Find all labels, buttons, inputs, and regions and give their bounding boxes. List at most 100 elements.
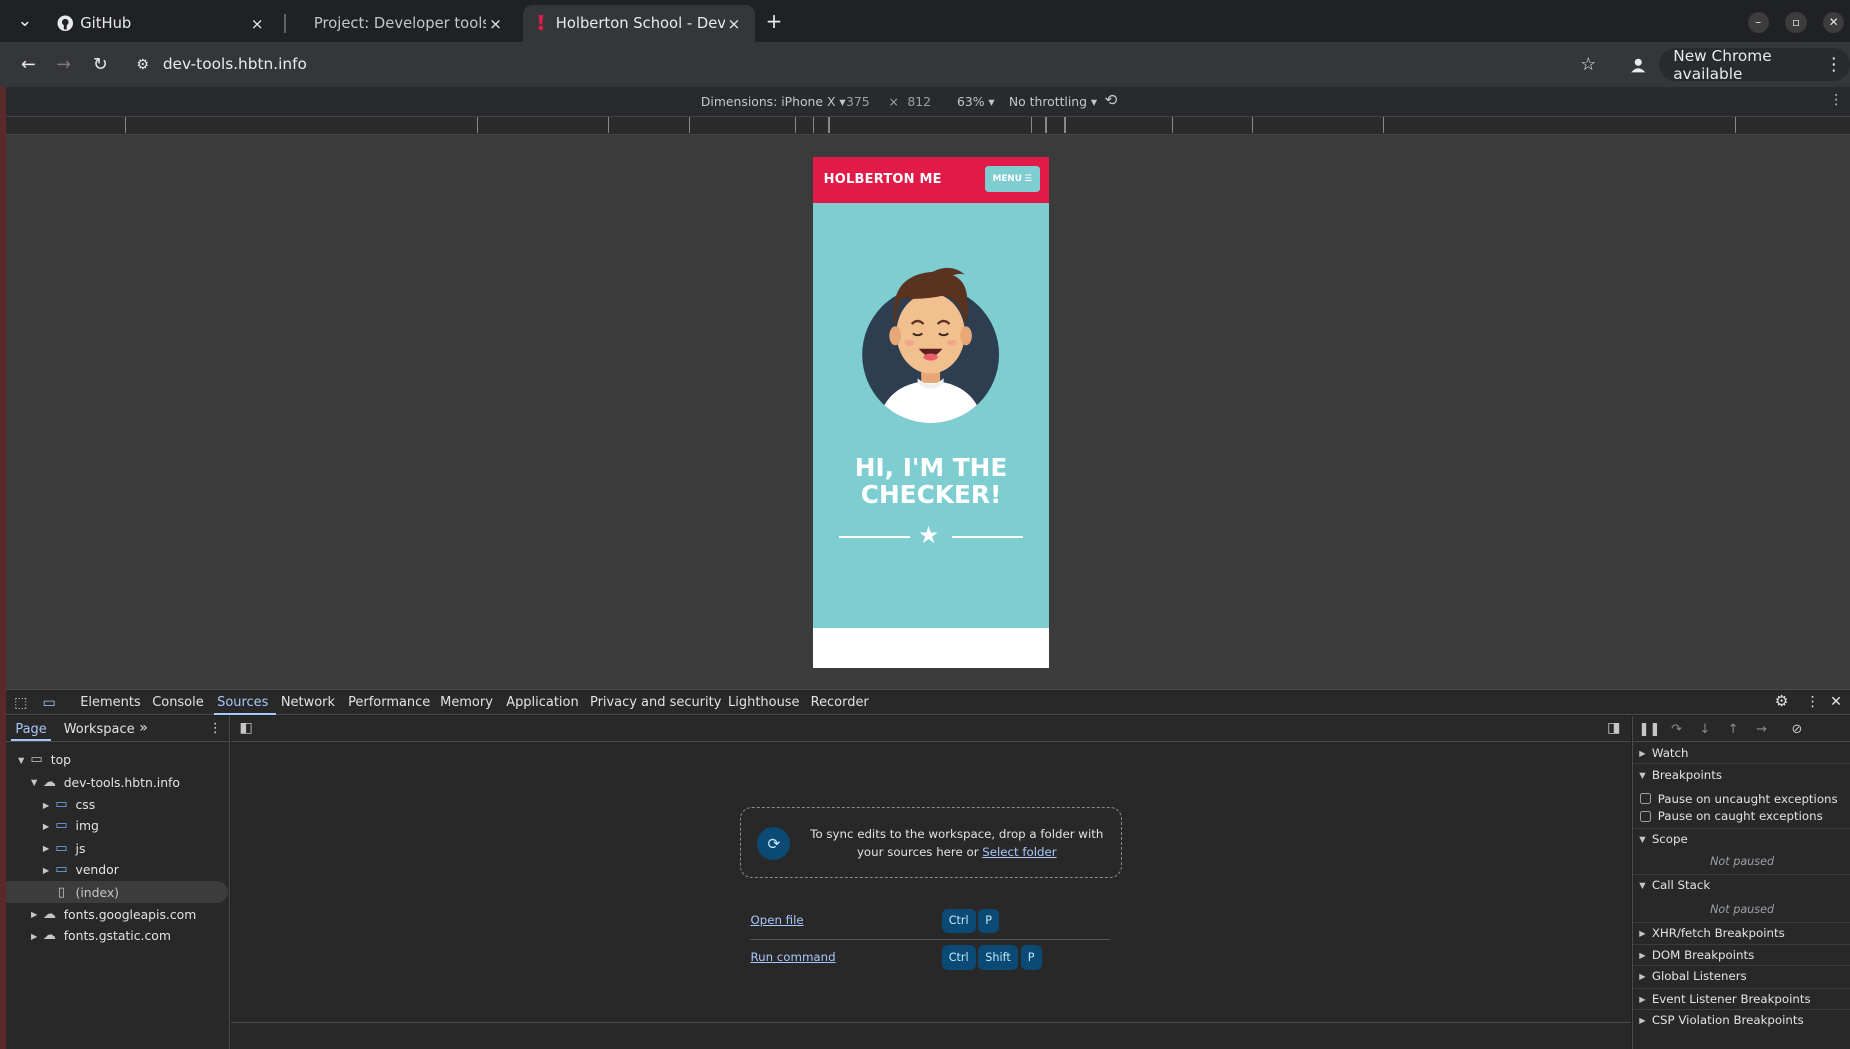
open-file-link[interactable]: Open file	[750, 913, 803, 927]
scope-section[interactable]: ▼ Scope	[1632, 828, 1850, 849]
device-toolbar: Dimensions: iPhone X ▾ 375 × 812 63% ▾ N…	[5, 87, 1850, 116]
tree-item-img[interactable]: ▶ ▭ img	[6, 815, 228, 836]
tree-label: fonts.gstatic.com	[63, 928, 171, 944]
device-toolbar-menu-icon[interactable]: ⋮	[1829, 92, 1843, 108]
devtools-menu-icon[interactable]: ⋮	[1805, 694, 1819, 710]
step-out-icon[interactable]: ↑	[1725, 721, 1742, 738]
rotate-icon[interactable]: ⟲	[1104, 91, 1117, 109]
close-icon[interactable]: ×	[248, 15, 267, 33]
tab-search-icon[interactable]: ⌄	[14, 11, 35, 32]
checkbox[interactable]	[1640, 793, 1651, 805]
minimize-icon[interactable]: –	[1747, 11, 1769, 34]
navigator-menu-icon[interactable]: ⋮	[209, 721, 222, 736]
tab-title: GitHub	[80, 15, 132, 33]
pause-caught-checkbox[interactable]: Pause on caught exceptions	[1640, 809, 1823, 823]
site-settings-icon[interactable]: ⚙	[132, 54, 153, 75]
tree-item-domain[interactable]: ▼ ☁ dev-tools.hbtn.info	[6, 772, 228, 793]
tree-item-vendor[interactable]: ▶ ▭ vendor	[6, 859, 228, 880]
back-icon[interactable]: ←	[18, 54, 39, 75]
tree-label: (index)	[75, 884, 120, 900]
update-chrome-button[interactable]: New Chrome available	[1659, 47, 1850, 83]
reload-icon[interactable]: ↻	[90, 54, 111, 75]
hamburger-icon: ☰	[1024, 174, 1033, 185]
checkbox[interactable]	[1640, 811, 1651, 822]
tab-network[interactable]: Network	[281, 695, 335, 710]
tree-item-top[interactable]: ▼ ▭ top	[6, 749, 228, 770]
devtools-close-icon[interactable]: ✕	[1830, 694, 1842, 710]
step-icon[interactable]: →	[1753, 721, 1770, 738]
navigator-tab-workspace[interactable]: Workspace	[64, 722, 135, 737]
tree-item-index[interactable]: ▯ (index)	[5, 881, 228, 903]
window-icon: ▭	[30, 752, 43, 768]
dom-breakpoints-section[interactable]: ▶ DOM Breakpoints	[1632, 943, 1850, 965]
pause-icon[interactable]: ❚❚	[1639, 721, 1661, 738]
workspace-dropzone[interactable]: ⟳ To sync edits to the workspace, drop a…	[739, 807, 1123, 878]
event-listener-breakpoints-section[interactable]: ▶ Event Listener Breakpoints	[1632, 987, 1850, 1009]
tab-lighthouse[interactable]: Lighthouse	[728, 695, 799, 710]
site-brand[interactable]: HOLBERTON ME	[824, 172, 942, 187]
tab-github[interactable]: GitHub ×	[45, 5, 279, 43]
run-command-link[interactable]: Run command	[750, 950, 835, 964]
watch-section[interactable]: ▶ Watch	[1633, 742, 1850, 763]
window-close-icon[interactable]: ✕	[1823, 11, 1845, 34]
tab-privacy-security[interactable]: Privacy and security	[590, 695, 721, 710]
forward-icon[interactable]: →	[53, 54, 74, 75]
tree-item-googleapis[interactable]: ▶ ☁ fonts.googleapis.com	[6, 904, 228, 925]
tab-sources[interactable]: Sources	[217, 695, 268, 710]
maximize-icon[interactable]: ▫	[1785, 11, 1807, 34]
step-over-icon[interactable]: ↷	[1668, 721, 1685, 738]
folder-icon: ▭	[55, 818, 68, 834]
tab-holberton[interactable]: Holberton School - Devel ×	[522, 4, 756, 43]
editor-header: ◧ ◨	[231, 716, 1631, 743]
section-label: Event Listener Breakpoints	[1651, 991, 1811, 1006]
holberton-icon	[535, 15, 556, 32]
tab-performance[interactable]: Performance	[348, 695, 430, 710]
tab-memory[interactable]: Memory	[440, 695, 493, 710]
tab-elements[interactable]: Elements	[80, 695, 140, 710]
zoom-select[interactable]: 63% ▾	[957, 94, 995, 109]
hero-line-1: HI, I'M THE	[854, 453, 1008, 483]
height-input[interactable]: 812	[907, 94, 931, 109]
device-select[interactable]: Dimensions: iPhone X ▾	[701, 94, 846, 109]
more-tabs-icon[interactable]: »	[139, 720, 148, 736]
tree-item-js[interactable]: ▶ ▭ js	[6, 838, 228, 859]
tree-item-gstatic[interactable]: ▶ ☁ fonts.gstatic.com	[6, 925, 228, 946]
close-icon[interactable]: ×	[725, 15, 744, 33]
hero-line-2: CHECKER!	[860, 480, 1002, 510]
deactivate-breakpoints-icon[interactable]: ⊘	[1789, 721, 1806, 738]
step-into-icon[interactable]: ↓	[1697, 721, 1714, 738]
select-folder-link[interactable]: Select folder	[982, 845, 1056, 859]
pause-uncaught-checkbox[interactable]: Pause on uncaught exceptions	[1640, 792, 1838, 806]
devtools-settings-icon[interactable]: ⚙	[1775, 692, 1789, 710]
toggle-navigator-icon[interactable]: ◧	[240, 720, 253, 736]
expanded-triangle-icon: ▼	[1639, 834, 1646, 845]
profile-icon[interactable]	[1627, 54, 1648, 75]
new-tab-icon[interactable]: +	[763, 9, 784, 33]
close-icon[interactable]: ×	[486, 15, 505, 33]
menu-button[interactable]: MENU ☰	[985, 166, 1040, 193]
section-label: Breakpoints	[1651, 767, 1722, 782]
global-listeners-section[interactable]: ▶ Global Listeners	[1632, 965, 1850, 986]
width-input[interactable]: 375	[846, 94, 870, 109]
navigator-tab-page[interactable]: Page	[15, 722, 46, 737]
csp-violation-breakpoints-section[interactable]: ▶ CSP Violation Breakpoints	[1632, 1008, 1850, 1030]
toggle-debugger-icon[interactable]: ◨	[1607, 720, 1620, 736]
browser-menu-icon[interactable]: ⋮	[1823, 54, 1844, 75]
tab-recorder[interactable]: Recorder	[811, 695, 869, 710]
section-label: CSP Violation Breakpoints	[1651, 1012, 1804, 1027]
xhr-breakpoints-section[interactable]: ▶ XHR/fetch Breakpoints	[1632, 921, 1850, 943]
device-toggle-icon[interactable]: ▭	[42, 695, 55, 711]
address-bar[interactable]: dev-tools.hbtn.info	[163, 55, 307, 73]
tab-application[interactable]: Application	[506, 695, 578, 710]
bookmark-star-icon[interactable]: ☆	[1578, 54, 1599, 75]
breakpoints-section[interactable]: ▼ Breakpoints	[1632, 763, 1850, 784]
inspect-element-icon[interactable]: ⬚	[14, 695, 27, 711]
collapsed-triangle-icon: ▶	[1639, 993, 1646, 1004]
throttling-select[interactable]: No throttling ▾	[1009, 94, 1097, 109]
call-stack-section[interactable]: ▼ Call Stack	[1632, 874, 1850, 895]
tree-item-css[interactable]: ▶ ▭ css	[6, 794, 228, 815]
editor-status-divider	[231, 1021, 1631, 1024]
tab-project[interactable]: Project: Developer tools ×	[302, 5, 517, 43]
checkbox-label: Pause on uncaught exceptions	[1657, 791, 1838, 806]
tab-console[interactable]: Console	[152, 695, 203, 710]
